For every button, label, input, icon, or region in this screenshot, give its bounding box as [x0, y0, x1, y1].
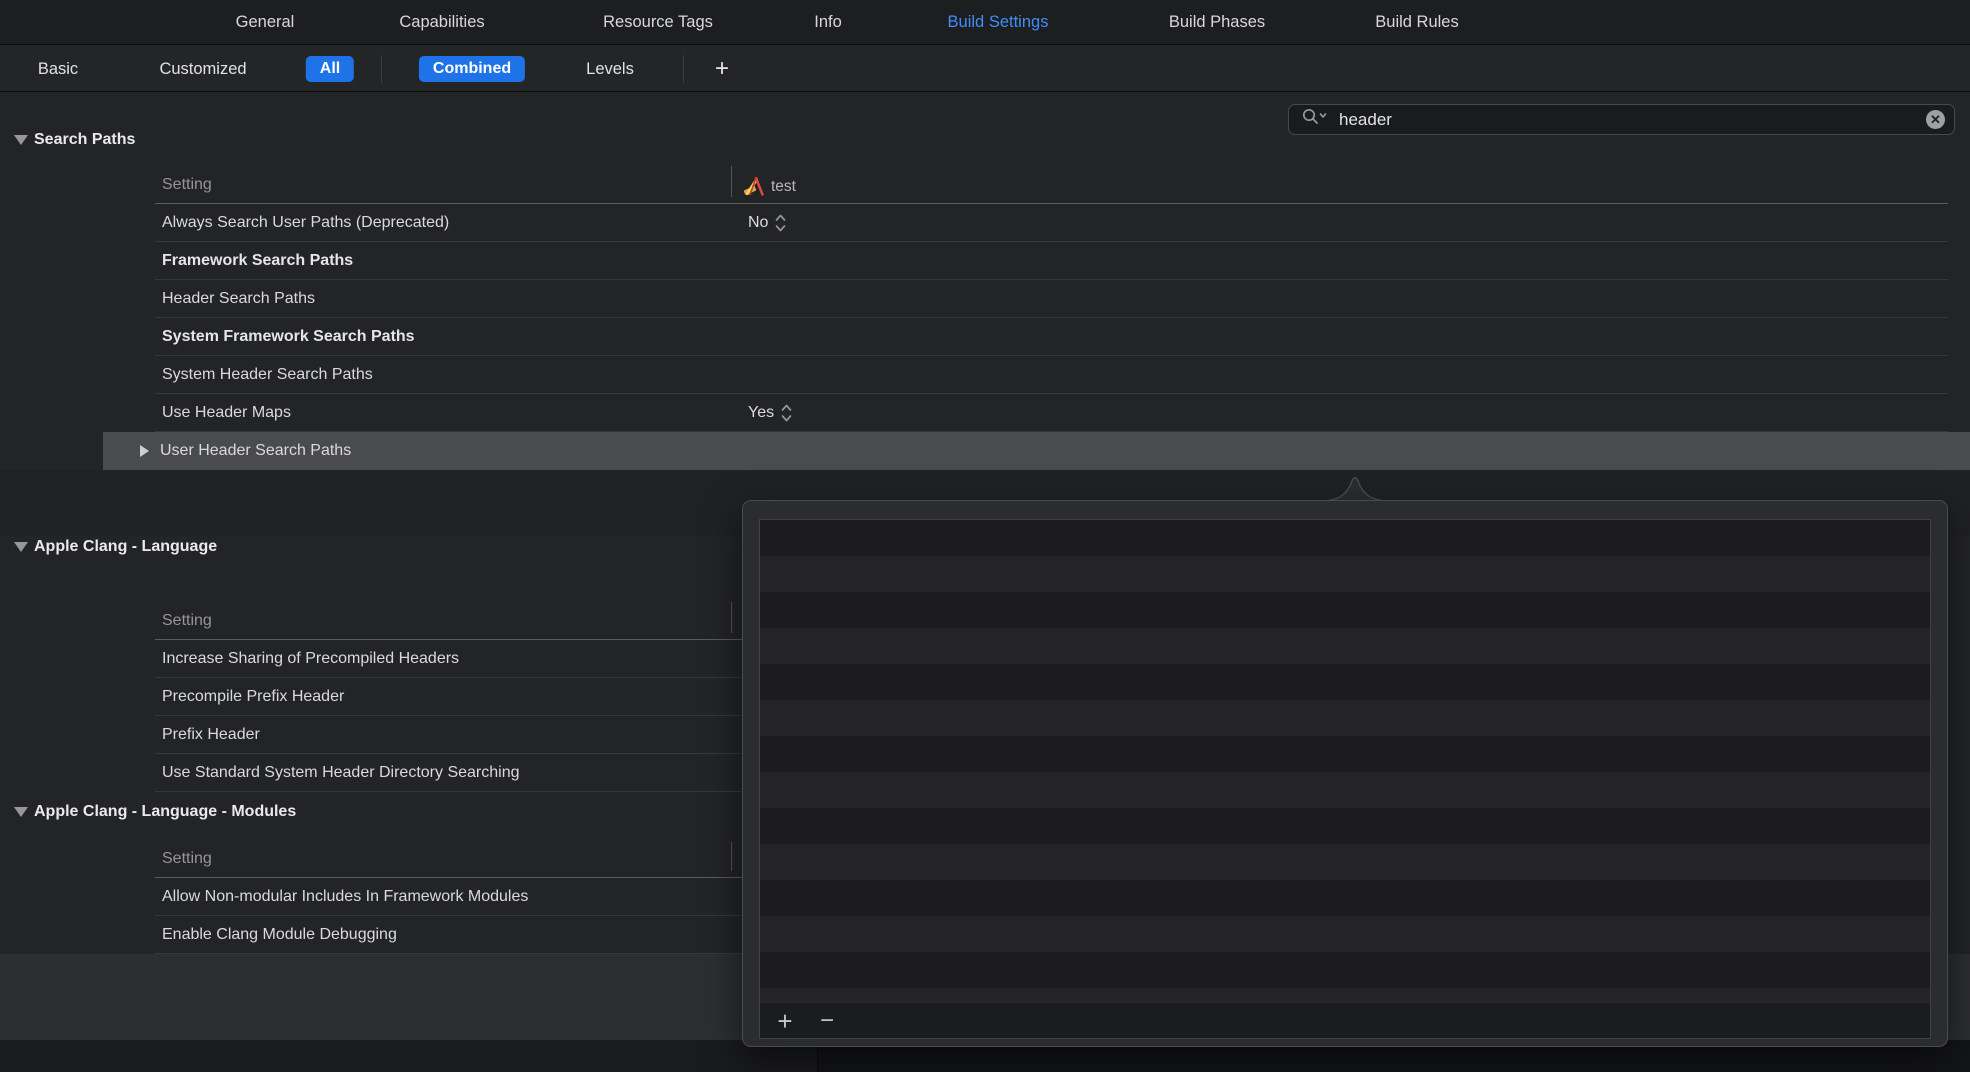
column-divider [731, 602, 732, 633]
add-setting-button[interactable]: + [715, 46, 729, 92]
empty-path-row[interactable] [760, 664, 1930, 700]
remove-path-button[interactable]: − [812, 1003, 842, 1039]
user-header-search-paths-popover: + − [742, 474, 1948, 1047]
editor-tab-bar: General Capabilities Resource Tags Info Buil… [0, 0, 1970, 45]
build-settings-filter-bar: Basic Customized All Combined Levels + h… [0, 46, 1970, 92]
tab-build-settings[interactable]: Build Settings [948, 0, 1049, 45]
tab-resource-tags[interactable]: Resource Tags [603, 0, 713, 45]
setting-label: Enable Clang Module Debugging [162, 926, 397, 944]
column-divider [731, 166, 732, 197]
section-disclosure-icon[interactable] [14, 807, 28, 817]
stepper-icon[interactable] [780, 402, 793, 424]
tab-build-rules[interactable]: Build Rules [1375, 0, 1458, 45]
setting-label: Use Header Maps [162, 404, 291, 422]
setting-label: User Header Search Paths [160, 442, 351, 460]
empty-path-row[interactable] [760, 700, 1930, 736]
setting-column-header: Setting [162, 850, 212, 868]
setting-label: Precompile Prefix Header [162, 688, 344, 706]
empty-path-row[interactable] [760, 880, 1930, 916]
scope-all[interactable]: All [306, 56, 354, 82]
search-icon[interactable] [1301, 107, 1329, 132]
popover-arrow [1321, 474, 1389, 502]
target-column-header: test [743, 176, 796, 197]
filter-divider [683, 55, 684, 83]
section-rows: Always Search User Paths (Deprecated) No F… [155, 204, 1948, 470]
empty-path-row[interactable] [760, 520, 1930, 556]
row-disclosure-icon[interactable] [140, 445, 149, 457]
popover-body: + − [742, 500, 1948, 1047]
setting-row-header-search-paths[interactable]: Header Search Paths [155, 280, 1948, 318]
clear-search-icon[interactable]: ✕ [1926, 110, 1945, 129]
setting-label: Prefix Header [162, 726, 260, 744]
tab-general[interactable]: General [236, 0, 295, 45]
setting-row-framework-search-paths[interactable]: Framework Search Paths [155, 242, 1948, 280]
filter-divider [381, 55, 382, 83]
setting-value-dropdown[interactable]: No [748, 212, 787, 234]
empty-path-row[interactable] [760, 592, 1930, 628]
setting-value-dropdown[interactable]: Yes [748, 402, 793, 424]
stepper-icon[interactable] [774, 212, 787, 234]
setting-label: Allow Non-modular Includes In Framework … [162, 888, 528, 906]
scope-basic[interactable]: Basic [38, 46, 78, 92]
setting-row-system-framework-search-paths[interactable]: System Framework Search Paths [155, 318, 1948, 356]
tab-info[interactable]: Info [814, 0, 842, 45]
setting-label: System Framework Search Paths [162, 328, 415, 346]
tab-build-phases[interactable]: Build Phases [1169, 0, 1265, 45]
setting-label: Header Search Paths [162, 290, 315, 308]
setting-column-header: Setting [162, 176, 212, 194]
setting-label: Use Standard System Header Directory Sea… [162, 764, 520, 782]
section-title: Search Paths [34, 131, 135, 149]
mode-combined[interactable]: Combined [419, 56, 525, 82]
setting-label: Increase Sharing of Precompiled Headers [162, 650, 459, 668]
empty-path-row[interactable] [760, 916, 1930, 952]
empty-path-row[interactable] [760, 772, 1930, 808]
section-disclosure-icon[interactable] [14, 542, 28, 552]
paths-list[interactable]: + − [759, 519, 1931, 1039]
setting-label: System Header Search Paths [162, 366, 373, 384]
section-disclosure-icon[interactable] [14, 135, 28, 145]
setting-label: Framework Search Paths [162, 252, 353, 270]
bottom-bar-left [0, 1040, 818, 1072]
section-title: Apple Clang - Language - Modules [34, 803, 296, 821]
setting-row-system-header-search-paths[interactable]: System Header Search Paths [155, 356, 1948, 394]
section-title: Apple Clang - Language [34, 538, 217, 556]
setting-value: Yes [748, 404, 774, 422]
setting-label: Always Search User Paths (Deprecated) [162, 214, 449, 232]
paths-toolbar: + − [760, 1002, 1930, 1038]
setting-row-use-header-maps[interactable]: Use Header Maps Yes [155, 394, 1948, 432]
tab-capabilities[interactable]: Capabilities [399, 0, 484, 45]
mode-levels[interactable]: Levels [586, 46, 634, 92]
empty-path-row[interactable] [760, 736, 1930, 772]
target-app-icon [743, 176, 764, 197]
setting-row-user-header-search-paths[interactable]: User Header Search Paths [103, 432, 1970, 470]
setting-row-always-search-user-paths-deprecated[interactable]: Always Search User Paths (Deprecated) No [155, 204, 1948, 242]
search-field[interactable]: header ✕ [1288, 104, 1955, 135]
paths-list-rows [760, 520, 1930, 1024]
empty-path-row[interactable] [760, 844, 1930, 880]
column-divider [731, 842, 732, 871]
setting-column-header: Setting [162, 612, 212, 630]
search-input[interactable]: header [1339, 110, 1926, 130]
empty-path-row[interactable] [760, 628, 1930, 664]
scope-customized[interactable]: Customized [159, 46, 246, 92]
add-path-button[interactable]: + [770, 1003, 800, 1039]
empty-path-row[interactable] [760, 952, 1930, 988]
target-name: test [771, 178, 796, 196]
empty-path-row[interactable] [760, 556, 1930, 592]
empty-path-row[interactable] [760, 808, 1930, 844]
setting-value: No [748, 214, 768, 232]
column-header-row: Setting test [155, 160, 1948, 204]
